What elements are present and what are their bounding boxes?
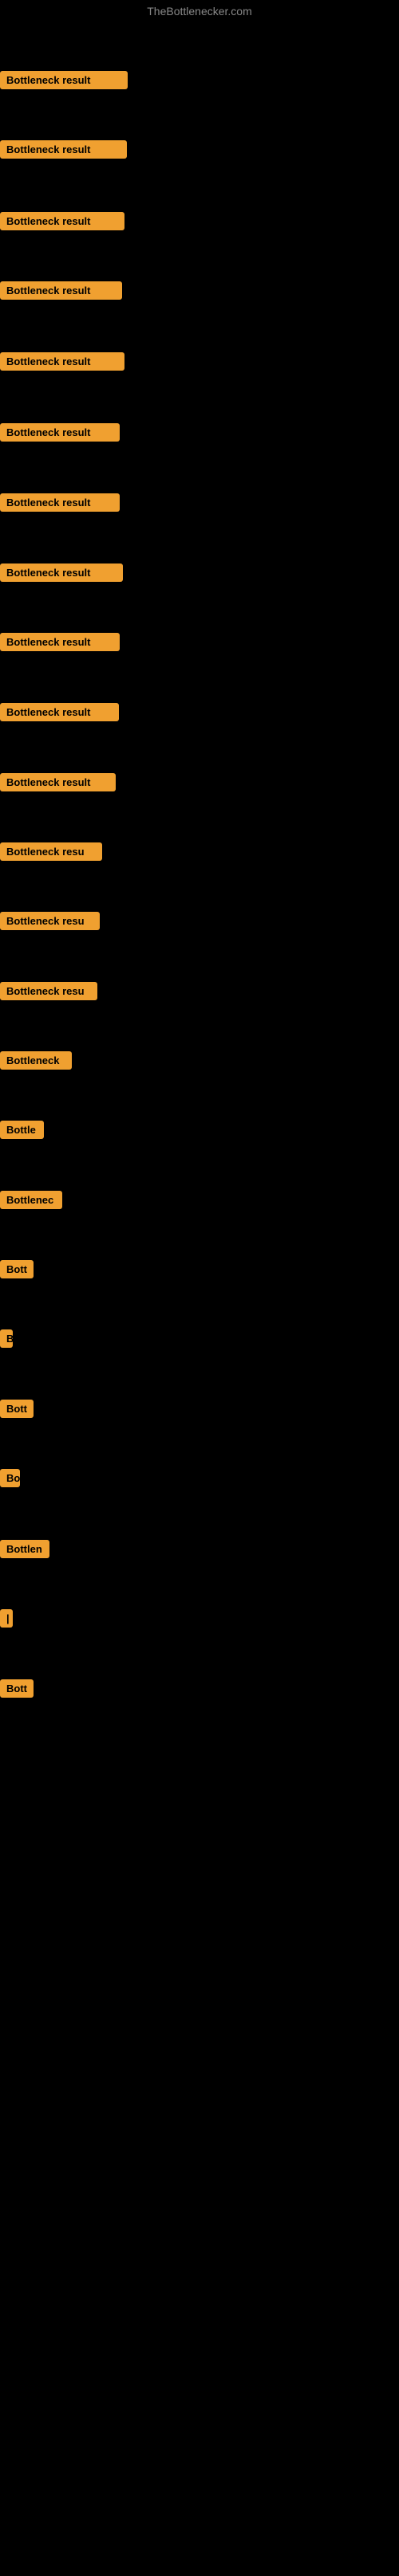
- bottleneck-badge-row: Bottleneck result: [0, 703, 119, 725]
- bottleneck-badge[interactable]: |: [0, 1609, 13, 1628]
- bottleneck-badge[interactable]: Bottleneck resu: [0, 842, 102, 861]
- bottleneck-badge[interactable]: Bottleneck result: [0, 281, 122, 300]
- bottleneck-badge[interactable]: Bottlenec: [0, 1191, 62, 1209]
- bottleneck-badge[interactable]: Bott: [0, 1400, 34, 1418]
- bottleneck-badge[interactable]: Bott: [0, 1679, 34, 1698]
- bottleneck-badge[interactable]: Bottleneck result: [0, 212, 124, 230]
- bottleneck-badge-row: Bottleneck result: [0, 140, 127, 163]
- bottleneck-badge[interactable]: Bottleneck result: [0, 140, 127, 159]
- bottleneck-badge-row: Bottleneck result: [0, 352, 124, 375]
- bottleneck-badge[interactable]: Bottleneck result: [0, 703, 119, 721]
- bottleneck-badge-row: Bottleneck result: [0, 423, 120, 446]
- bottleneck-badge[interactable]: Bo: [0, 1469, 20, 1487]
- bottleneck-badge-row: Bottleneck result: [0, 633, 120, 655]
- bottleneck-badge-row: Bottleneck resu: [0, 982, 97, 1004]
- bottleneck-badge-row: Bott: [0, 1679, 34, 1702]
- bottleneck-badge[interactable]: Bottleneck result: [0, 564, 123, 582]
- bottleneck-badge-row: Bott: [0, 1260, 34, 1282]
- bottleneck-badge-row: Bottlen: [0, 1540, 49, 1562]
- bottleneck-badge-row: Bottleneck result: [0, 493, 120, 516]
- bottleneck-badge[interactable]: B: [0, 1329, 13, 1348]
- bottleneck-badge[interactable]: Bottleneck resu: [0, 982, 97, 1000]
- bottleneck-badge[interactable]: Bottle: [0, 1121, 44, 1139]
- bottleneck-badge-row: Bottleneck resu: [0, 842, 102, 865]
- bottleneck-badge[interactable]: Bottleneck result: [0, 71, 128, 89]
- site-title: TheBottlenecker.com: [0, 0, 399, 26]
- bottleneck-badge[interactable]: Bottleneck resu: [0, 912, 100, 930]
- bottleneck-badge[interactable]: Bottleneck result: [0, 633, 120, 651]
- bottleneck-badge[interactable]: Bottleneck result: [0, 773, 116, 791]
- bottleneck-badge[interactable]: Bottlen: [0, 1540, 49, 1558]
- bottleneck-badge[interactable]: Bottleneck result: [0, 423, 120, 442]
- bottleneck-badge-row: Bo: [0, 1469, 20, 1491]
- bottleneck-badge-row: Bottleneck resu: [0, 912, 100, 934]
- bottleneck-badge[interactable]: Bottleneck result: [0, 352, 124, 371]
- bottleneck-badge[interactable]: Bottleneck: [0, 1051, 72, 1070]
- bottleneck-badge-row: Bottle: [0, 1121, 44, 1143]
- bottleneck-badge-row: Bottleneck result: [0, 773, 116, 795]
- bottleneck-badge[interactable]: Bottleneck result: [0, 493, 120, 512]
- bottleneck-badge-row: Bott: [0, 1400, 34, 1422]
- bottleneck-badge-row: Bottleneck result: [0, 71, 128, 93]
- bottleneck-badge-row: Bottleneck result: [0, 281, 122, 304]
- bottleneck-badge[interactable]: Bott: [0, 1260, 34, 1278]
- bottleneck-badge-row: Bottleneck result: [0, 564, 123, 586]
- bottleneck-badge-row: Bottleneck result: [0, 212, 124, 234]
- bottleneck-badge-row: |: [0, 1609, 13, 1632]
- bottleneck-badge-row: B: [0, 1329, 13, 1352]
- bottleneck-badge-row: Bottleneck: [0, 1051, 72, 1074]
- bottleneck-badge-row: Bottlenec: [0, 1191, 62, 1213]
